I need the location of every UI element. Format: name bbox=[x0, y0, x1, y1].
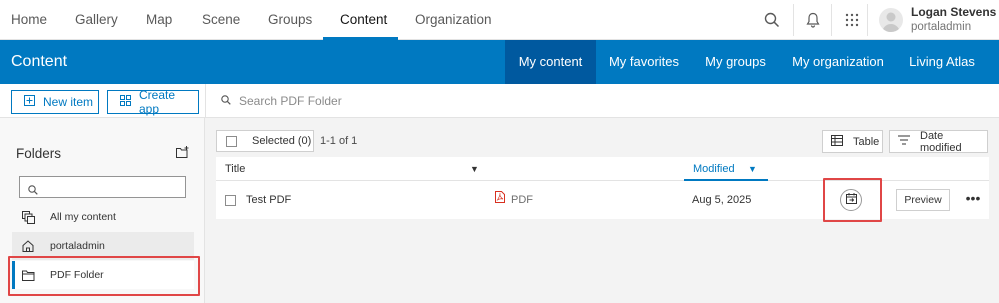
avatar[interactable] bbox=[879, 8, 903, 32]
table-header: Title ▼ Modified ▼ bbox=[216, 157, 989, 181]
new-item-label: New item bbox=[43, 95, 94, 109]
row-checkbox[interactable] bbox=[225, 195, 236, 206]
nav-content[interactable]: Content bbox=[340, 0, 387, 40]
user-login: portaladmin bbox=[911, 21, 972, 33]
item-title[interactable]: Test PDF bbox=[246, 181, 291, 219]
nav-scene[interactable]: Scene bbox=[202, 0, 240, 40]
selected-count-label: Selected (0) bbox=[252, 135, 312, 147]
top-navigation: Home Gallery Map Scene Groups Content Or… bbox=[0, 0, 999, 40]
folder-label: All my content bbox=[50, 211, 116, 223]
view-label: Table bbox=[853, 135, 880, 148]
nav-separator bbox=[793, 4, 794, 36]
item-type: PDF bbox=[495, 181, 533, 219]
content-search-input[interactable]: Search PDF Folder bbox=[221, 84, 342, 118]
search-icon bbox=[221, 92, 231, 110]
content-toolbar: New item Create app Search PDF Folder bbox=[0, 84, 999, 118]
folder-portaladmin[interactable]: portaladmin bbox=[12, 232, 194, 260]
content-table: Title ▼ Modified ▼ Test PDF PDF Aug 5, 2… bbox=[216, 157, 989, 219]
folder-move-icon bbox=[845, 191, 857, 209]
more-options-icon[interactable]: ••• bbox=[964, 189, 982, 211]
bell-icon[interactable] bbox=[801, 8, 825, 32]
tab-my-content[interactable]: My content bbox=[505, 40, 596, 84]
sort-button[interactable]: Date modified bbox=[889, 129, 988, 154]
folders-title: Folders bbox=[16, 146, 62, 161]
result-count: 1-1 of 1 bbox=[320, 135, 358, 147]
select-all-button[interactable]: Selected (0) bbox=[216, 130, 314, 152]
content-header: Content My content My favorites My group… bbox=[0, 40, 999, 84]
toolbar-divider bbox=[205, 84, 206, 118]
app-grid-icon bbox=[120, 95, 131, 109]
folder-label: portaladmin bbox=[50, 240, 105, 252]
pdf-icon bbox=[495, 181, 505, 219]
nav-gallery[interactable]: Gallery bbox=[75, 0, 118, 40]
sort-lines-icon bbox=[898, 135, 910, 148]
column-modified[interactable]: Modified bbox=[693, 157, 735, 181]
tab-living-atlas[interactable]: Living Atlas bbox=[897, 40, 987, 84]
folder-label: PDF Folder bbox=[50, 269, 104, 281]
home-icon bbox=[21, 239, 35, 253]
nav-home[interactable]: Home bbox=[11, 0, 47, 40]
sort-label: Date modified bbox=[920, 129, 962, 154]
nav-separator bbox=[831, 4, 832, 36]
create-app-label: Create app bbox=[139, 88, 176, 116]
nav-groups[interactable]: Groups bbox=[268, 0, 312, 40]
tab-my-favorites[interactable]: My favorites bbox=[598, 40, 690, 84]
select-all-checkbox[interactable] bbox=[226, 136, 237, 147]
nav-map[interactable]: Map bbox=[146, 0, 172, 40]
new-item-button[interactable]: New item bbox=[11, 90, 99, 114]
nav-separator bbox=[867, 4, 868, 36]
folder-all-content[interactable]: All my content bbox=[12, 203, 194, 231]
apps-grid-icon[interactable] bbox=[840, 8, 864, 32]
search-icon bbox=[28, 182, 38, 200]
search-icon[interactable] bbox=[760, 8, 784, 32]
page-title: Content bbox=[11, 53, 68, 70]
item-type-label: PDF bbox=[511, 194, 533, 206]
table-icon bbox=[831, 134, 843, 149]
preview-button[interactable]: Preview bbox=[896, 189, 950, 211]
new-folder-icon[interactable] bbox=[176, 145, 190, 159]
nav-organization[interactable]: Organization bbox=[415, 0, 492, 40]
folder-search-input[interactable] bbox=[19, 176, 186, 198]
all-content-icon bbox=[21, 210, 35, 224]
move-to-folder-button[interactable] bbox=[840, 189, 862, 211]
chevron-down-icon[interactable]: ▼ bbox=[470, 157, 479, 181]
chevron-down-icon[interactable]: ▼ bbox=[748, 157, 757, 181]
folder-pdf-folder[interactable]: PDF Folder bbox=[12, 261, 194, 289]
tab-my-groups[interactable]: My groups bbox=[692, 40, 779, 84]
table-row: Test PDF PDF Aug 5, 2025 Preview ••• bbox=[216, 181, 989, 219]
user-name[interactable]: Logan Stevens bbox=[911, 5, 996, 19]
folder-icon bbox=[21, 268, 35, 282]
view-table-button[interactable]: Table bbox=[822, 130, 883, 153]
item-modified: Aug 5, 2025 bbox=[692, 194, 752, 206]
tab-my-organization[interactable]: My organization bbox=[781, 40, 895, 84]
search-placeholder: Search PDF Folder bbox=[239, 94, 342, 108]
create-app-button[interactable]: Create app bbox=[107, 88, 199, 116]
plus-square-icon bbox=[24, 95, 35, 109]
column-title[interactable]: Title bbox=[225, 157, 245, 181]
